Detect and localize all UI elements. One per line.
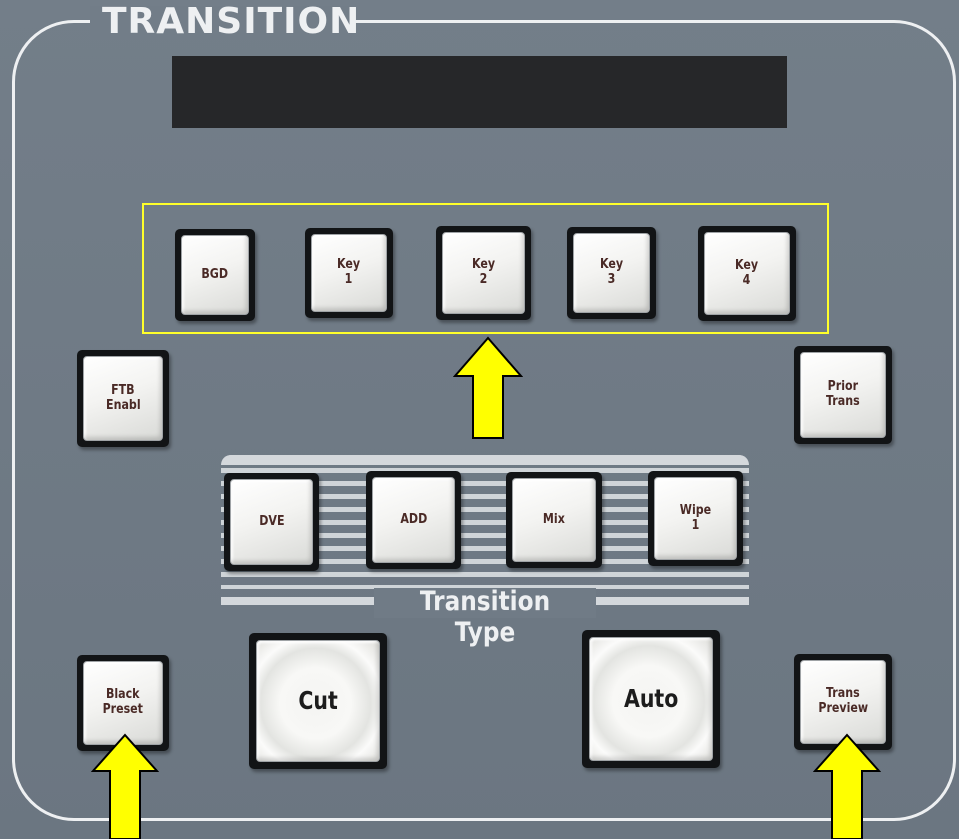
wipe-1-button[interactable]: Wipe 1: [648, 471, 743, 566]
button-label: Trans: [826, 686, 860, 702]
button-label: Black: [106, 687, 140, 703]
auto-button[interactable]: Auto: [582, 630, 720, 768]
key-4-button[interactable]: Key 4: [698, 226, 796, 321]
button-label: FTB: [111, 382, 135, 398]
ftb-enable-button[interactable]: FTB Enabl: [77, 350, 169, 447]
cut-button[interactable]: Cut: [249, 633, 387, 769]
key-2-button[interactable]: Key 2: [436, 226, 531, 320]
arrow-up-icon: [91, 733, 159, 839]
bgd-button[interactable]: BGD: [175, 229, 255, 321]
button-label: Wipe: [679, 502, 712, 518]
panel-title: TRANSITION: [102, 1, 361, 42]
transition-panel: TRANSITION BGD Key 1 Key 2 Key 3 Key 4 FTB En…: [0, 0, 959, 839]
button-label: Key: [599, 257, 624, 273]
button-label: Key: [471, 257, 496, 273]
dve-button[interactable]: DVE: [224, 473, 319, 571]
button-label: Auto: [623, 683, 679, 713]
button-label: Key: [337, 257, 361, 273]
prior-trans-button[interactable]: Prior Trans: [794, 346, 892, 444]
mix-button[interactable]: Mix: [506, 472, 602, 568]
key-3-button[interactable]: Key 3: [567, 227, 656, 319]
button-label: Prior: [827, 379, 859, 395]
button-label: Mix: [543, 511, 565, 527]
button-label: DVE: [258, 513, 285, 529]
arrow-up-icon: [453, 336, 523, 439]
key-1-button[interactable]: Key 1: [305, 228, 393, 318]
arrow-up-icon: [813, 733, 881, 839]
button-label: Key: [735, 257, 759, 273]
button-label: Cut: [298, 685, 338, 715]
transition-type-label: Transition Type: [419, 586, 551, 648]
button-label: BGD: [201, 266, 229, 282]
status-display: [172, 56, 787, 128]
add-button[interactable]: ADD: [366, 471, 461, 569]
button-label: ADD: [400, 511, 427, 527]
